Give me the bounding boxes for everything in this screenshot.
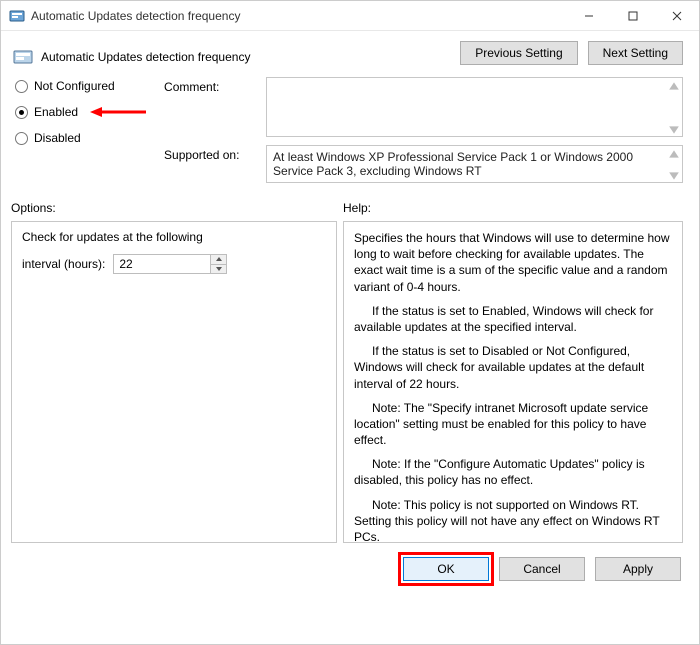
spinner-down-button[interactable]	[211, 265, 226, 274]
interval-spinner[interactable]: 22	[113, 254, 227, 274]
scroll-down-icon[interactable]	[668, 124, 680, 134]
supported-label: Supported on:	[164, 145, 260, 183]
state-radios: Not Configured Enabled Disabled	[15, 77, 146, 183]
cancel-button[interactable]: Cancel	[499, 557, 585, 581]
comment-input[interactable]	[266, 77, 683, 137]
radio-label: Enabled	[34, 105, 78, 119]
interval-label: interval (hours):	[22, 257, 105, 271]
options-line1: Check for updates at the following	[22, 230, 326, 244]
help-p2: If the status is set to Enabled, Windows…	[354, 303, 672, 335]
policy-icon	[9, 8, 25, 24]
supported-text: At least Windows XP Professional Service…	[273, 150, 633, 178]
apply-button[interactable]: Apply	[595, 557, 681, 581]
footer-buttons: OK Cancel Apply	[1, 543, 699, 581]
window-controls	[567, 1, 699, 31]
radio-not-configured[interactable]: Not Configured	[15, 79, 146, 93]
help-pane: Specifies the hours that Windows will us…	[343, 221, 683, 543]
options-label: Options:	[11, 201, 343, 215]
supported-on-box: At least Windows XP Professional Service…	[266, 145, 683, 183]
section-labels: Options: Help:	[1, 187, 699, 221]
radio-label: Not Configured	[34, 79, 115, 93]
options-pane: Check for updates at the following inter…	[11, 221, 337, 543]
scroll-up-icon[interactable]	[668, 148, 680, 158]
radio-label: Disabled	[34, 131, 81, 145]
help-p4: Note: The "Specify intranet Microsoft up…	[354, 400, 672, 449]
ok-button[interactable]: OK	[403, 557, 489, 581]
next-setting-button[interactable]: Next Setting	[588, 41, 683, 65]
previous-setting-button[interactable]: Previous Setting	[460, 41, 577, 65]
radio-icon	[15, 106, 28, 119]
policy-header-icon	[13, 47, 33, 67]
scroll-up-icon[interactable]	[668, 80, 680, 90]
policy-name: Automatic Updates detection frequency	[41, 50, 250, 64]
comment-grid: Comment: Supported on: At least Windows …	[164, 77, 683, 183]
comment-label: Comment:	[164, 77, 260, 137]
state-block: Not Configured Enabled Disabled Comment:	[1, 67, 699, 187]
radio-disabled[interactable]: Disabled	[15, 131, 146, 145]
help-p6: Note: This policy is not supported on Wi…	[354, 497, 672, 543]
interval-value[interactable]: 22	[114, 255, 210, 273]
radio-enabled[interactable]: Enabled	[15, 105, 146, 119]
interval-row: interval (hours): 22	[22, 254, 326, 274]
window-title: Automatic Updates detection frequency	[31, 9, 567, 23]
maximize-button[interactable]	[611, 1, 655, 31]
close-button[interactable]	[655, 1, 699, 31]
help-p5: Note: If the "Configure Automatic Update…	[354, 456, 672, 488]
minimize-button[interactable]	[567, 1, 611, 31]
help-p3: If the status is set to Disabled or Not …	[354, 343, 672, 392]
header: Automatic Updates detection frequency Pr…	[1, 31, 699, 67]
help-p1: Specifies the hours that Windows will us…	[354, 230, 672, 295]
annotation-arrow-icon	[90, 105, 146, 119]
spinner-up-button[interactable]	[211, 255, 226, 265]
nav-buttons: Previous Setting Next Setting	[460, 41, 687, 65]
titlebar: Automatic Updates detection frequency	[1, 1, 699, 31]
scroll-down-icon[interactable]	[668, 170, 680, 180]
radio-icon	[15, 132, 28, 145]
panes: Check for updates at the following inter…	[1, 221, 699, 543]
help-label: Help:	[343, 201, 371, 215]
spinner-arrows	[210, 255, 226, 273]
radio-icon	[15, 80, 28, 93]
header-left: Automatic Updates detection frequency	[13, 41, 250, 67]
